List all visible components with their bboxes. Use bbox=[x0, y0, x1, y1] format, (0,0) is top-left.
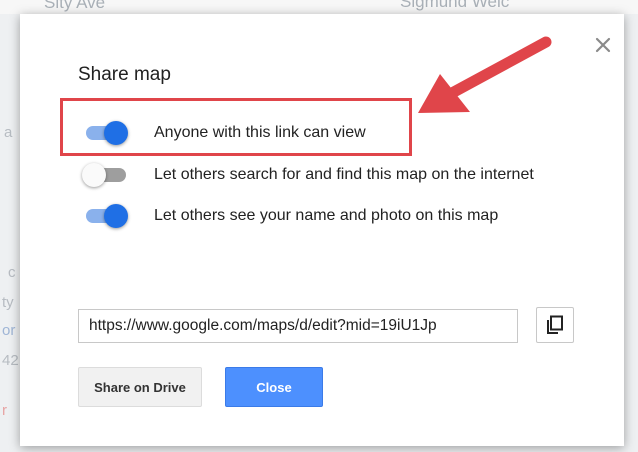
share-link-field[interactable] bbox=[78, 309, 518, 343]
option-label: Let others see your name and photo on th… bbox=[154, 207, 499, 224]
share-map-dialog: Share map Anyone with this link can view… bbox=[20, 14, 624, 446]
map-fragment: or bbox=[2, 322, 16, 339]
close-icon[interactable] bbox=[594, 36, 612, 54]
option-row-name-photo: Let others see your name and photo on th… bbox=[78, 204, 498, 228]
share-on-drive-button[interactable]: Share on Drive bbox=[78, 367, 202, 407]
copy-link-button[interactable] bbox=[536, 307, 574, 343]
map-street-label: Sity Ave bbox=[44, 0, 106, 12]
search-toggle[interactable] bbox=[78, 163, 130, 187]
map-street-label: Sigmund Welc bbox=[400, 0, 510, 11]
name-photo-toggle[interactable] bbox=[78, 204, 130, 228]
copy-icon bbox=[547, 315, 563, 334]
close-button[interactable]: Close bbox=[225, 367, 323, 407]
map-fragment: ty bbox=[2, 294, 14, 311]
map-fragment: 42 bbox=[2, 352, 19, 369]
option-row-search: Let others search for and find this map … bbox=[78, 163, 534, 187]
dialog-title: Share map bbox=[78, 64, 171, 85]
map-fragment: r bbox=[2, 402, 7, 419]
map-fragment: a bbox=[4, 124, 13, 141]
map-fragment: c bbox=[8, 264, 16, 281]
option-label: Let others search for and find this map … bbox=[154, 166, 534, 183]
annotation-highlight-box bbox=[60, 98, 412, 156]
